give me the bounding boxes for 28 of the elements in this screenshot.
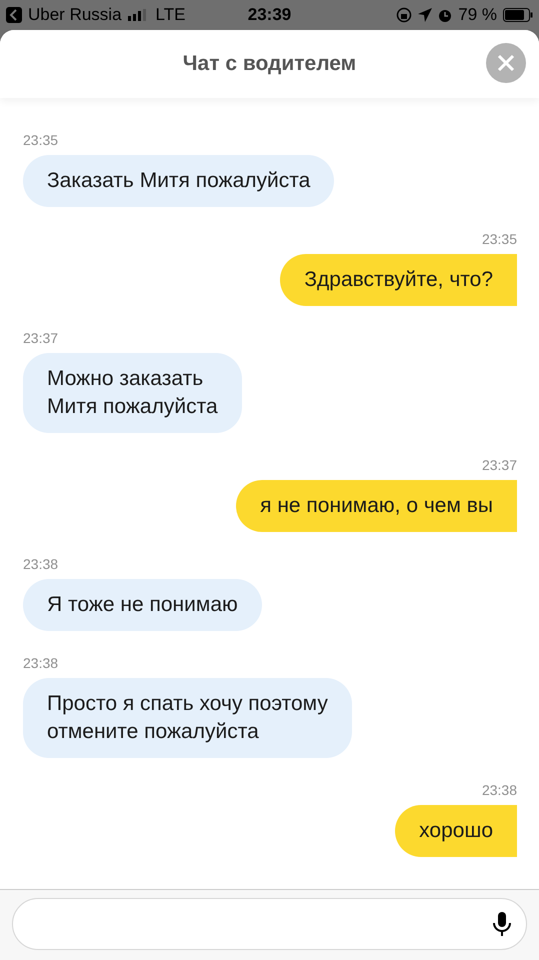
message-input-field[interactable]	[12, 898, 527, 950]
incoming-message: Просто я спать хочу поэтому отмените пожалуйста	[23, 678, 352, 758]
back-label[interactable]: Uber Russia	[28, 5, 122, 25]
network-label: LTE	[156, 5, 186, 25]
message-time: 23:35	[23, 132, 58, 148]
message-time: 23:38	[482, 782, 517, 798]
chat-title: Чат с водителем	[182, 52, 356, 76]
incoming-message: Можно заказать Митя пожалуйста	[23, 353, 242, 433]
message-time: 23:35	[482, 231, 517, 247]
message-time: 23:38	[23, 655, 58, 671]
microphone-icon[interactable]	[492, 911, 512, 937]
outgoing-message: Здравствуйте, что?	[280, 254, 517, 306]
message-time: 23:37	[23, 330, 58, 346]
incoming-message: Я тоже не понимаю	[23, 579, 262, 631]
close-button[interactable]	[486, 43, 526, 83]
back-icon[interactable]	[6, 7, 22, 23]
alarm-icon	[438, 8, 452, 22]
outgoing-message: хорошо	[395, 805, 517, 857]
battery-icon	[503, 8, 534, 22]
rotation-lock-icon	[396, 7, 412, 23]
incoming-message: Заказать Митя пожалуйста	[23, 155, 334, 207]
message-time: 23:37	[482, 457, 517, 473]
battery-percent: 79 %	[458, 5, 498, 25]
clock: 23:39	[248, 5, 292, 25]
message-time: 23:38	[23, 556, 58, 572]
location-arrow-icon	[418, 8, 432, 22]
close-icon[interactable]	[497, 54, 515, 72]
outgoing-message: я не понимаю, о чем вы	[236, 480, 517, 532]
